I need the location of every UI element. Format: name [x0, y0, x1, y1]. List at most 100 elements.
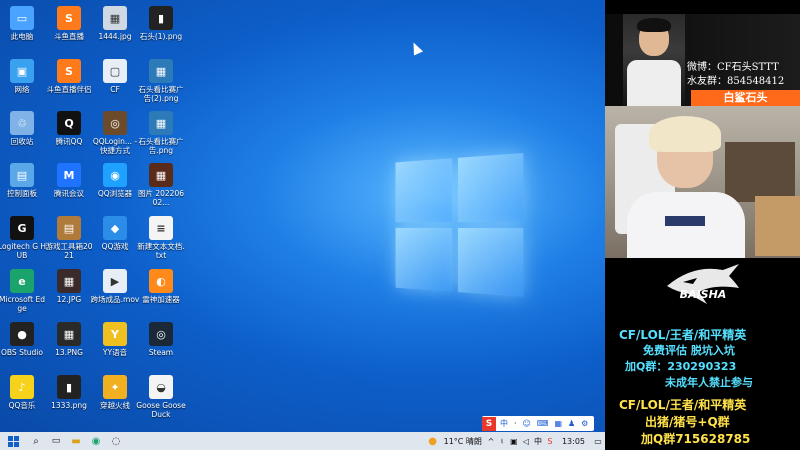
desktop-icon-glyph-icon: ◆: [103, 216, 127, 240]
desktop-icon-glyph-icon: ▦: [57, 269, 81, 293]
desktop-icon[interactable]: ♲ 回收站: [0, 111, 47, 146]
desktop-icon[interactable]: ✦ 穿越火线: [90, 375, 140, 410]
desktop-icon-glyph-icon: M: [57, 163, 81, 187]
desktop-icon[interactable]: M 腾讯会议: [44, 163, 94, 198]
windows-logo-wallpaper: [395, 153, 526, 299]
tray-chevron-icon[interactable]: ^: [486, 432, 496, 450]
desktop-icon[interactable]: S 斗鱼直播伴侣: [44, 59, 94, 94]
desktop-icon[interactable]: ▦ 石头看比赛广告.png: [136, 111, 186, 155]
desktop-icon-glyph-icon: ▦: [103, 6, 127, 30]
desktop-icon-label: CF: [110, 85, 120, 94]
desktop-icon-glyph-icon: ◒: [149, 375, 173, 399]
desktop[interactable]: ▭ 此电脑 S 斗鱼直播 ▦ 1444.jpg ▮ 石头(1).png ▣ 网络 S 斗鱼直播伴侣 ▢ C…: [0, 0, 605, 432]
taskbar: ⌕ ▭ ▬ ◉ ◌ ● 11°C 晴朗 ^ ♮ ▣ ◁ 中 S 13:05 ▭: [0, 432, 605, 450]
desktop-icon-label: 石头(1).png: [139, 32, 183, 41]
desktop-icon[interactable]: ▦ 图片 20220602...: [136, 163, 186, 207]
promo1-line4: 未成年人禁止参与: [665, 376, 753, 389]
task-view-icon[interactable]: ▭: [46, 432, 66, 450]
edge-icon[interactable]: ◉: [86, 432, 106, 450]
desktop-icon[interactable]: ◎ QQLogin... - 快捷方式: [90, 111, 140, 155]
desktop-icon-label: 腾讯会议: [54, 189, 84, 198]
streamer-name: 白鲨石头: [723, 91, 768, 104]
desktop-icon[interactable]: ▭ 此电脑: [0, 6, 47, 41]
desktop-icon-glyph-icon: ≡: [149, 216, 173, 240]
desktop-icon[interactable]: ▮ 1333.png: [44, 375, 94, 410]
streamer-name-bar: 白鲨石头: [691, 90, 800, 106]
sogou-logo-icon: S: [482, 416, 496, 431]
desktop-icon-glyph-icon: ▢: [103, 59, 127, 83]
desktop-icon[interactable]: G Logitech G HUB: [0, 216, 47, 260]
stream-overlay-sidebar: 微博：CF石头STTT 水友群：854548412 白鲨石头 BAISHA CF…: [605, 0, 800, 450]
desktop-icon[interactable]: S 斗鱼直播: [44, 6, 94, 41]
promo2-line3: 加Q群715628785: [641, 432, 751, 446]
clock[interactable]: 13:05: [556, 432, 591, 450]
tray-volume-icon[interactable]: ◁: [520, 432, 532, 450]
desktop-icon-glyph-icon: ▦: [57, 322, 81, 346]
desktop-icon-glyph-icon: e: [10, 269, 34, 293]
desktop-icon-label: 跨场成品.mov: [90, 295, 140, 304]
desktop-icon[interactable]: ▦ 13.PNG: [44, 322, 94, 357]
desktop-icon-label: 1444.jpg: [98, 32, 132, 41]
desktop-icon[interactable]: ◉ QQ浏览器: [90, 163, 140, 198]
desktop-icon-label: 石头看比赛广告(2).png: [138, 85, 184, 103]
desktop-icon-glyph-icon: ▤: [10, 163, 34, 187]
desktop-icon-label: 12.JPG: [56, 295, 82, 304]
file-explorer-icon[interactable]: ▬: [66, 432, 86, 450]
promo2-line1: CF/LOL/王者/和平精英: [619, 398, 747, 412]
desktop-icon[interactable]: ◐ 雷神加速器: [136, 269, 186, 304]
desktop-icon[interactable]: ▣ 网络: [0, 59, 47, 94]
desktop-icon[interactable]: ▢ CF: [90, 59, 140, 94]
desktop-icon-label: QQ音乐: [8, 401, 36, 410]
desktop-icon[interactable]: ▦ 石头看比赛广告(2).png: [136, 59, 186, 103]
sogou-settings-icon[interactable]: ⚙: [581, 419, 588, 428]
desktop-icon-glyph-icon: S: [57, 6, 81, 30]
desktop-icon-glyph-icon: S: [57, 59, 81, 83]
desktop-icon[interactable]: ▶ 跨场成品.mov: [90, 269, 140, 304]
sogou-punct-icon[interactable]: ·: [514, 419, 517, 428]
desktop-icon-label: 回收站: [10, 137, 34, 146]
desktop-icon-glyph-icon: ✦: [103, 375, 127, 399]
search-icon[interactable]: ⌕: [26, 432, 46, 450]
desktop-icon-label: 斗鱼直播伴侣: [46, 85, 92, 94]
sogou-emoji-icon[interactable]: ☺: [523, 419, 531, 428]
sogou-input-toolbar[interactable]: S 中 · ☺ ⌨ ▦ ♟ ⚙: [482, 416, 594, 431]
promo-panel: BAISHA CF/LOL/王者/和平精英 免费评估 脱坑入坑 加Q群：2302…: [605, 258, 800, 450]
desktop-icon-glyph-icon: G: [10, 216, 34, 240]
sogou-game-icon[interactable]: ♟: [568, 419, 575, 428]
shark-team-logo: [667, 264, 739, 304]
desktop-icon-label: 游戏工具箱2021: [45, 242, 93, 260]
desktop-icon[interactable]: Y YY语音: [90, 322, 140, 357]
desktop-icon[interactable]: ≡ 新建文本文档.txt: [136, 216, 186, 260]
tray-sogou-icon[interactable]: S: [544, 432, 556, 450]
tray-mic-icon[interactable]: ♮: [496, 432, 508, 450]
desktop-icon[interactable]: e Microsoft Edge: [0, 269, 47, 313]
sogou-keyboard-icon[interactable]: ⌨: [537, 419, 549, 428]
desktop-icon[interactable]: ▮ 石头(1).png: [136, 6, 186, 41]
sogou-mode-icon[interactable]: 中: [500, 418, 508, 429]
desktop-icon[interactable]: ▦ 12.JPG: [44, 269, 94, 304]
mouse-cursor-icon: [408, 40, 424, 56]
desktop-icon[interactable]: Q 腾讯QQ: [44, 111, 94, 146]
sogou-skin-icon[interactable]: ▦: [554, 419, 562, 428]
desktop-icon[interactable]: ▤ 控制面板: [0, 163, 47, 198]
desktop-icon[interactable]: ▤ 游戏工具箱2021: [44, 216, 94, 260]
start-button[interactable]: [0, 432, 26, 450]
desktop-icon[interactable]: ♪ QQ音乐: [0, 375, 47, 410]
promo2-line2: 出猪/猪号+Q群: [645, 415, 730, 429]
desktop-icon[interactable]: ◒ Goose Goose Duck: [136, 375, 186, 419]
notification-icon[interactable]: ▭: [591, 432, 605, 450]
tray-network-icon[interactable]: ▣: [508, 432, 520, 450]
weather-text[interactable]: 11°C 晴朗: [440, 432, 486, 450]
desktop-icon-label: Steam: [148, 348, 174, 357]
desktop-icon-label: 控制面板: [7, 189, 37, 198]
windows-start-icon: [7, 435, 19, 447]
desktop-icon[interactable]: ◆ QQ游戏: [90, 216, 140, 251]
tray-ime-icon[interactable]: 中: [532, 432, 544, 450]
fan-group-text: 水友群：854548412: [687, 76, 785, 87]
desktop-icon-label: 穿越火线: [100, 401, 130, 410]
desktop-icon[interactable]: ◎ Steam: [136, 322, 186, 357]
obs-icon[interactable]: ◌: [106, 432, 126, 450]
desktop-icon-glyph-icon: ▤: [57, 216, 81, 240]
desktop-icon[interactable]: ▦ 1444.jpg: [90, 6, 140, 41]
desktop-icon[interactable]: ● OBS Studio: [0, 322, 47, 357]
